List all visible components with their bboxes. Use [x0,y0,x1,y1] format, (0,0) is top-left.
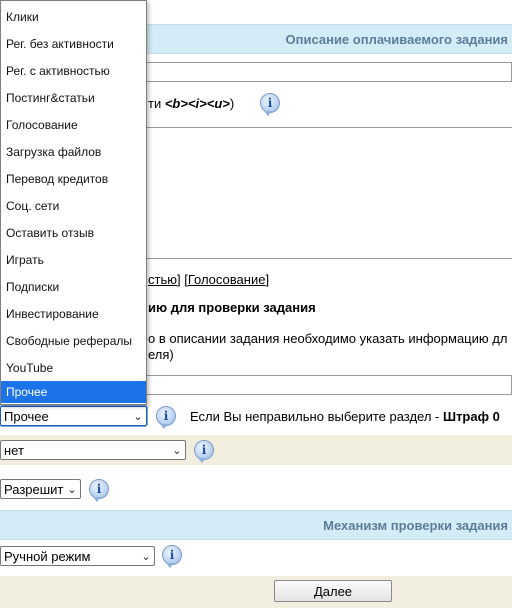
verification-text-line2: еля) [148,347,174,362]
dropdown-option[interactable]: Свободные рефералы [1,327,146,354]
dropdown-option[interactable]: YouTube [1,354,146,381]
info-icon[interactable]: i [89,479,109,502]
dropdown-option-selected[interactable]: Прочее [1,381,146,403]
dropdown-option[interactable]: Загрузка файлов [1,138,146,165]
voting-tag-link[interactable]: Голосование [188,272,266,287]
dropdown-option[interactable]: Инвестирование [1,300,146,327]
category-warning: Если Вы неправильно выберите раздел - Шт… [190,409,500,424]
mechanism-header-text: Механизм проверки задания [323,517,508,533]
category-dropdown-list: Клики Рег. без активности Рег. с активно… [0,0,147,405]
dropdown-option[interactable]: Клики [1,3,146,30]
submit-row [0,576,512,608]
yes-no-select[interactable]: нет ⌄ [0,440,186,460]
chevron-down-icon: ⌄ [133,410,143,423]
category-select-value: Прочее [4,408,49,424]
description-header-text: Описание оплачиваемого задания [285,31,508,47]
dropdown-option[interactable]: Играть [1,246,146,273]
verification-heading: ию для проверки задания [148,300,316,315]
dropdown-option[interactable]: Рег. с активностью [1,57,146,84]
info-icon[interactable]: i [260,93,280,116]
mechanism-section-header: Механизм проверки задания [0,510,512,540]
chevron-down-icon: ⌄ [67,483,77,496]
info-icon[interactable]: i [162,545,182,568]
dropdown-option[interactable]: Перевод кредитов [1,165,146,192]
dropdown-option[interactable]: Рег. без активности [1,30,146,57]
next-button[interactable]: Далее [274,580,392,602]
info-icon[interactable]: i [194,440,214,463]
formatting-hint: ти <b><i><u>) [148,96,235,111]
dropdown-option[interactable]: Соц. сети [1,192,146,219]
allow-select[interactable]: Разрешить ⌄ [0,479,81,499]
dropdown-option[interactable]: Оставить отзыв [1,219,146,246]
textarea-bottom-border [147,258,512,259]
chevron-down-icon: ⌄ [141,550,151,563]
dropdown-option[interactable]: Подписки [1,273,146,300]
mode-select[interactable]: Ручной режим ⌄ [0,546,155,566]
allow-select-value: Разрешить [4,481,64,497]
yes-no-select-value: нет [4,442,24,458]
mode-select-value: Ручной режим [4,548,91,564]
tag-links: стью] [Голосование] [148,272,270,287]
dropdown-option[interactable]: Голосование [1,111,146,138]
chevron-down-icon: ⌄ [172,444,182,457]
textarea-top-border [147,127,512,128]
dropdown-option[interactable]: Постинг&статьи [1,84,146,111]
category-select[interactable]: Прочее ⌄ [0,405,148,427]
info-icon[interactable]: i [156,406,176,429]
partial-tag-link[interactable]: стью [148,272,177,287]
verification-text-line1: о в описании задания необходимо указать … [148,331,508,346]
